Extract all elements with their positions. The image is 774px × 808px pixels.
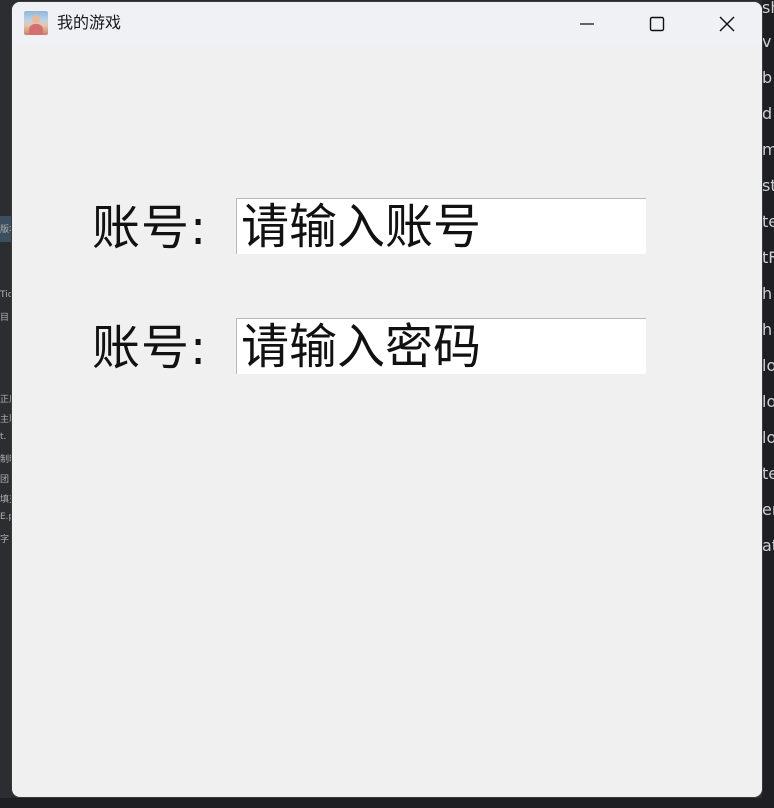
window-title: 我的游戏 <box>57 13 122 32</box>
account-input-text: 请输入账号 <box>241 199 482 255</box>
minimize-icon <box>580 23 594 25</box>
background-text: 制明 <box>0 455 12 465</box>
account-label: 账号: <box>92 200 208 256</box>
background-text: te <box>762 212 774 231</box>
background-text: er <box>762 500 774 519</box>
game-window: 我的游戏 账号: 请输入账号 账号: 请输入密码 <box>12 2 762 797</box>
background-text: 填充 <box>0 495 12 505</box>
background-text: 正后 <box>0 395 12 405</box>
background-ide-bottom <box>0 798 774 808</box>
avatar-face <box>32 15 40 24</box>
password-input[interactable]: 请输入密码 <box>236 318 646 375</box>
close-icon <box>719 16 735 32</box>
password-label: 账号: <box>92 320 208 376</box>
background-text: t. <box>0 432 7 442</box>
avatar-body <box>29 24 43 35</box>
background-text: 目 <box>0 313 10 323</box>
account-input[interactable]: 请输入账号 <box>236 198 646 255</box>
background-text: st <box>762 176 774 195</box>
minimize-button[interactable] <box>552 2 622 46</box>
app-avatar-icon <box>24 11 48 35</box>
background-text: lo <box>762 392 774 411</box>
background-text: m <box>762 140 774 159</box>
background-text: at <box>762 536 774 555</box>
background-text: Tic <box>0 290 12 300</box>
background-text: b <box>762 68 773 87</box>
background-text: te <box>762 464 774 483</box>
background-ide-right-panel: sh v b d m st te tF h h lo lo lo te er a… <box>762 0 774 808</box>
password-input-text: 请输入密码 <box>241 319 482 375</box>
background-text: sh <box>762 0 774 17</box>
background-text: E.p <box>0 512 12 522</box>
close-button[interactable] <box>692 2 762 46</box>
title-bar[interactable]: 我的游戏 <box>12 2 762 46</box>
background-ide-left-panel: 版本 Tic 目 正后 主联 t. 制明 团 填充 E.p 字 <box>0 0 12 808</box>
background-text: h <box>762 284 773 303</box>
maximize-button[interactable] <box>622 2 692 46</box>
background-text: d <box>762 104 773 123</box>
background-text: 主联 <box>0 415 12 425</box>
background-text: 版本 <box>0 225 12 235</box>
background-text: tF <box>762 248 774 267</box>
maximize-icon <box>649 16 665 32</box>
background-text: lo <box>762 356 774 375</box>
background-text: lo <box>762 428 774 447</box>
background-text: h <box>762 320 773 339</box>
background-text: 字 <box>0 535 10 545</box>
background-tab: 版本 <box>0 216 12 242</box>
background-text: 团 <box>0 475 10 485</box>
background-text: v <box>762 32 772 51</box>
